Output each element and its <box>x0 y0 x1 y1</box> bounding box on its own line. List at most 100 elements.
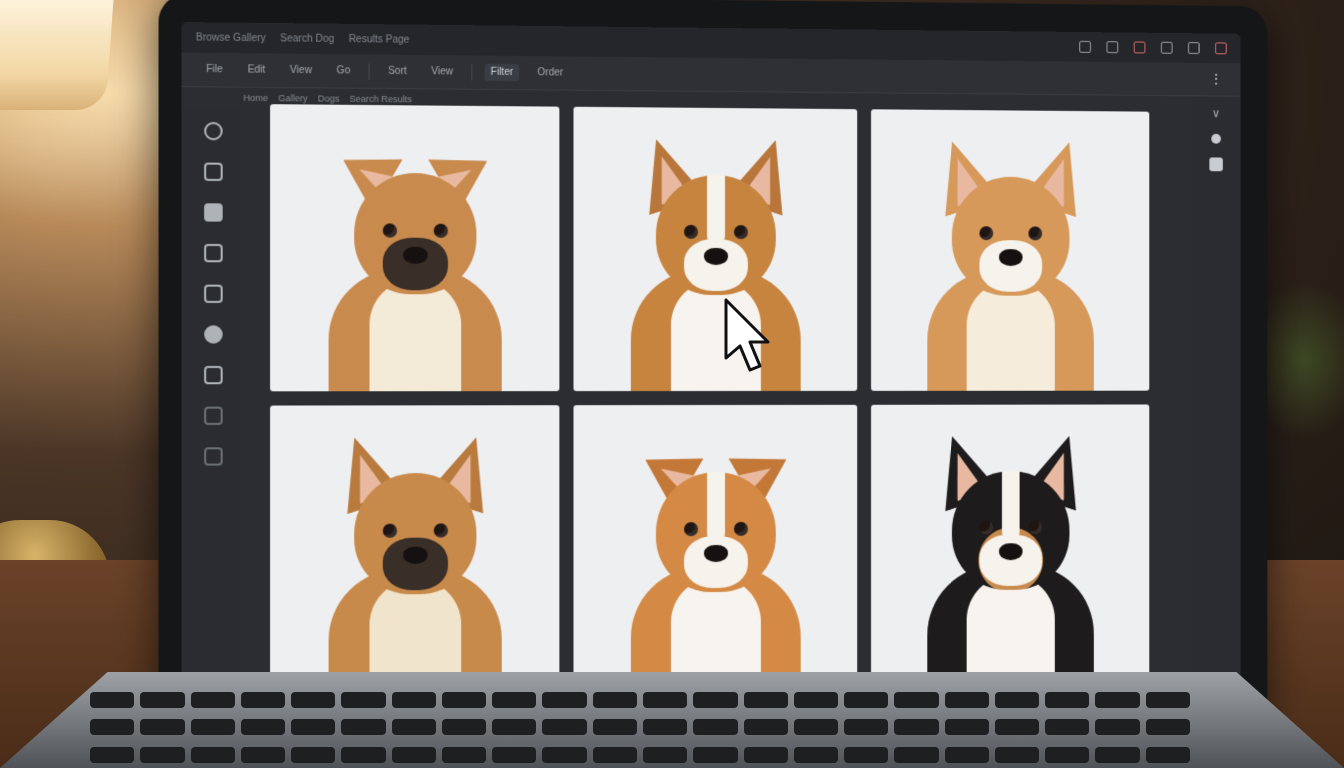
menu-view-2[interactable]: View <box>425 63 459 80</box>
dog-eye <box>684 522 699 537</box>
pet-icon[interactable] <box>204 325 223 344</box>
keyboard-key <box>341 692 386 708</box>
keyboard-key <box>844 719 889 736</box>
keyboard-key <box>542 719 587 736</box>
dog-portrait <box>621 119 811 392</box>
image-icon[interactable] <box>204 243 223 263</box>
dog-head <box>951 176 1070 296</box>
keyboard-key <box>441 692 487 708</box>
keyboard-key <box>1145 746 1190 763</box>
dot-icon[interactable] <box>1211 133 1221 144</box>
menu-sort[interactable]: Sort <box>382 63 413 80</box>
keyboard-key <box>90 692 135 708</box>
record-icon[interactable] <box>1133 41 1146 54</box>
image-tile[interactable] <box>871 404 1150 687</box>
menu-filter[interactable]: Filter <box>484 63 520 82</box>
keyboard-key <box>894 719 939 736</box>
tag-icon[interactable] <box>204 406 223 425</box>
image-tile[interactable] <box>573 404 858 690</box>
keyboard-key <box>894 692 939 708</box>
dog-portrait <box>917 416 1103 687</box>
keyboard-key <box>240 746 286 763</box>
keyboard-key <box>240 719 286 736</box>
keyboard-key <box>90 746 135 763</box>
image-tile[interactable] <box>270 405 560 693</box>
more-icon[interactable]: ⋮ <box>1209 71 1223 88</box>
keyboard-key <box>592 746 637 763</box>
dog-chest <box>966 280 1055 391</box>
keyboard-key <box>844 692 889 708</box>
keyboard-key <box>1095 719 1140 736</box>
keyboard-key <box>844 746 889 763</box>
dog-nose <box>403 246 428 265</box>
square-icon[interactable] <box>1209 157 1223 172</box>
crop-icon[interactable] <box>204 284 223 303</box>
titlebar-item: Results Page <box>348 33 410 46</box>
keyboard-key <box>793 692 839 708</box>
menu-order[interactable]: Order <box>531 64 569 81</box>
keyboard-key <box>140 692 185 708</box>
keyboard-key <box>391 719 436 736</box>
right-panel: ∨ <box>1191 96 1241 713</box>
keyboard-key <box>492 746 537 763</box>
image-tile[interactable] <box>871 109 1150 391</box>
dog-portrait <box>318 417 512 693</box>
keyboard-key <box>592 692 637 708</box>
keyboard-key <box>1095 746 1140 763</box>
close-icon[interactable] <box>1215 42 1227 55</box>
dog-portrait <box>621 417 811 690</box>
keyboard-key <box>1045 692 1090 708</box>
dog-eye <box>1028 226 1043 241</box>
share-icon[interactable] <box>1106 41 1119 54</box>
keyboard-key <box>693 719 738 736</box>
titlebar-item: Browse Gallery <box>195 31 266 44</box>
dog-head <box>951 470 1070 591</box>
dog-nose <box>999 249 1023 267</box>
dog-nose <box>704 247 728 266</box>
dog-nose <box>999 543 1023 561</box>
breadcrumb-item[interactable]: Gallery <box>278 93 307 103</box>
keyboard-key <box>994 746 1040 763</box>
menu-divider <box>471 64 473 81</box>
folder-icon[interactable] <box>204 203 223 222</box>
dog-eye <box>1028 520 1043 535</box>
menu-divider <box>368 63 370 80</box>
settings-icon[interactable] <box>204 447 223 466</box>
keyboard-key <box>1095 692 1140 708</box>
keyboard-key <box>140 719 185 736</box>
breadcrumb-item[interactable]: Home <box>243 93 268 103</box>
keyboard-key <box>743 692 788 708</box>
keyboard-key <box>90 719 135 736</box>
layers-icon[interactable] <box>204 162 223 182</box>
dog-portrait <box>917 122 1103 391</box>
keyboard-key <box>542 746 587 763</box>
dog-blaze <box>707 471 725 543</box>
menu-go[interactable]: Go <box>330 62 356 79</box>
refresh-icon[interactable] <box>204 121 223 141</box>
dog-chest <box>369 278 462 392</box>
menu-edit[interactable]: Edit <box>241 61 271 79</box>
dog-eye <box>382 523 398 538</box>
breadcrumb-item[interactable]: Search Results <box>350 94 412 105</box>
trash-icon[interactable] <box>1160 41 1173 54</box>
keyboard-key <box>1045 746 1090 763</box>
image-tile[interactable] <box>270 104 560 392</box>
keyboard-key <box>492 719 537 736</box>
menu-view[interactable]: View <box>284 62 318 80</box>
chevron-down-icon[interactable]: ∨ <box>1212 106 1221 120</box>
menu-file[interactable]: File <box>200 61 229 79</box>
dog-blaze <box>707 174 725 246</box>
keyboard-key <box>994 719 1040 736</box>
keyboard-key <box>140 746 185 763</box>
keyboard-key <box>944 692 989 708</box>
breadcrumb-item[interactable]: Dogs <box>318 93 340 103</box>
grid-icon[interactable] <box>204 365 223 385</box>
dog-eye <box>979 226 994 241</box>
copy-icon[interactable] <box>1079 40 1091 53</box>
keyboard-key <box>291 692 336 708</box>
image-tile[interactable] <box>573 106 858 392</box>
keyboard-key <box>994 692 1040 708</box>
download-icon[interactable] <box>1188 42 1200 55</box>
keyboard-key <box>643 719 688 736</box>
laptop-screen: Browse Gallery Search Dog Results Page F… <box>181 22 1241 714</box>
